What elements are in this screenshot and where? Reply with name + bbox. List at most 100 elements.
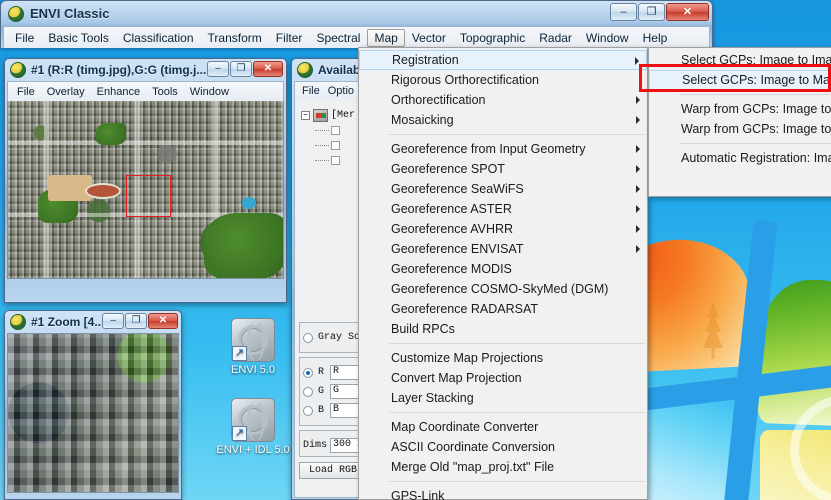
band-stack-icon xyxy=(313,109,328,122)
maximize-button[interactable]: ❐ xyxy=(638,3,665,21)
maximize-button[interactable]: ❐ xyxy=(125,313,147,329)
chevron-right-icon xyxy=(635,57,639,65)
menu-file[interactable]: File xyxy=(8,29,41,47)
image-menu-tools[interactable]: Tools xyxy=(146,85,184,99)
menu-item-georeference-spot[interactable]: Georeference SPOT xyxy=(359,159,647,179)
submenu-item-warp-from-gcps-image-to-map[interactable]: Warp from GCPs: Image to M xyxy=(649,119,831,139)
menu-item-convert-map-projection[interactable]: Convert Map Projection xyxy=(359,368,647,388)
zoom-window-title-bar[interactable]: #1 Zoom [4... – ❐ ✕ xyxy=(5,311,181,333)
image-menu-file[interactable]: File xyxy=(11,85,41,99)
collapse-icon[interactable]: − xyxy=(301,111,310,120)
minimize-button[interactable]: – xyxy=(102,313,124,329)
menu-item-label: Mosaicking xyxy=(391,113,454,127)
band-tree[interactable]: − [Mer xyxy=(299,104,367,172)
zoom-image-canvas[interactable] xyxy=(7,333,179,493)
menu-basic-tools[interactable]: Basic Tools xyxy=(41,29,115,47)
maximize-button[interactable]: ❐ xyxy=(230,61,252,77)
menu-item-georeference-modis[interactable]: Georeference MODIS xyxy=(359,259,647,279)
menu-transform[interactable]: Transform xyxy=(201,29,269,47)
registration-submenu: Select GCPs: Image to Image Select GCPs:… xyxy=(648,47,831,197)
image-menu-overlay[interactable]: Overlay xyxy=(41,85,91,99)
rgb-row-g[interactable]: G G xyxy=(303,383,363,400)
image-menu-enhance[interactable]: Enhance xyxy=(91,85,146,99)
desktop-icon-envi5[interactable]: ↗ ENVI 5.0 xyxy=(215,318,291,377)
band-checkbox[interactable] xyxy=(331,156,340,165)
close-button[interactable]: ✕ xyxy=(253,61,283,77)
gray-scale-radio[interactable] xyxy=(303,332,313,343)
submenu-item-label: Warp from GCPs: Image to Im xyxy=(681,102,831,116)
menu-separator xyxy=(389,343,645,344)
rgb-row-r[interactable]: R R xyxy=(303,364,363,381)
menu-item-georeference-cosmo-skymed[interactable]: Georeference COSMO-SkyMed (DGM) xyxy=(359,279,647,299)
satellite-image-canvas[interactable] xyxy=(7,101,284,279)
menu-item-ascii-coordinate-conversion[interactable]: ASCII Coordinate Conversion xyxy=(359,437,647,457)
menu-item-georeference-envisat[interactable]: Georeference ENVISAT xyxy=(359,239,647,259)
rgb-radio-r[interactable] xyxy=(303,367,313,378)
menu-item-georeference-radarsat[interactable]: Georeference RADARSAT xyxy=(359,299,647,319)
menu-item-merge-old-map-proj[interactable]: Merge Old "map_proj.txt" File xyxy=(359,457,647,477)
bands-menu-file[interactable]: File xyxy=(298,84,324,98)
menu-topographic[interactable]: Topographic xyxy=(453,29,532,47)
menu-item-build-rpcs[interactable]: Build RPCs xyxy=(359,319,647,339)
main-title-bar[interactable]: ENVI Classic – ❐ ✕ xyxy=(1,1,712,26)
rgb-radio-b[interactable] xyxy=(303,405,313,416)
band-checkbox[interactable] xyxy=(331,141,340,150)
desktop-icon-envi-idl5[interactable]: ↗ ENVI + IDL 5.0 xyxy=(215,398,291,457)
tree-line xyxy=(315,160,329,161)
menu-item-customize-map-projections[interactable]: Customize Map Projections xyxy=(359,348,647,368)
minimize-button[interactable]: – xyxy=(207,61,229,77)
menu-item-georeference-avhrr[interactable]: Georeference AVHRR xyxy=(359,219,647,239)
menu-item-layer-stacking[interactable]: Layer Stacking xyxy=(359,388,647,408)
close-button[interactable]: ✕ xyxy=(666,3,709,21)
tree-child-row[interactable] xyxy=(301,138,365,153)
rgb-radio-g[interactable] xyxy=(303,386,313,397)
band-checkbox[interactable] xyxy=(331,126,340,135)
menu-item-rigorous-orthorectification[interactable]: Rigorous Orthorectification xyxy=(359,70,647,90)
menu-window[interactable]: Window xyxy=(579,29,636,47)
tree-child-row[interactable] xyxy=(301,153,365,168)
image-display-window: #1 (R:R (timg.jpg),G:G (timg.j... – ❐ ✕ … xyxy=(4,58,287,303)
submenu-item-automatic-registration[interactable]: Automatic Registration: Image xyxy=(649,148,831,168)
bands-menu-options[interactable]: Optio xyxy=(324,84,358,98)
gray-scale-option[interactable]: Gray Sc xyxy=(303,329,363,346)
submenu-item-label: Automatic Registration: Image xyxy=(681,151,831,165)
menu-item-gps-link[interactable]: GPS-Link xyxy=(359,486,647,500)
menu-item-mosaicking[interactable]: Mosaicking xyxy=(359,110,647,130)
tree-child-row[interactable] xyxy=(301,123,365,138)
menu-item-orthorectification[interactable]: Orthorectification xyxy=(359,90,647,110)
tree-root-row[interactable]: − [Mer xyxy=(301,108,365,123)
menu-classification[interactable]: Classification xyxy=(116,29,201,47)
roi-zoom-box[interactable] xyxy=(126,175,171,217)
menu-item-label: GPS-Link xyxy=(391,489,445,500)
rgb-label-b: B xyxy=(318,405,325,416)
chevron-right-icon xyxy=(636,165,640,173)
chevron-right-icon xyxy=(636,205,640,213)
menu-item-label: Georeference MODIS xyxy=(391,262,512,276)
submenu-item-warp-from-gcps-image-to-image[interactable]: Warp from GCPs: Image to Im xyxy=(649,99,831,119)
menu-filter[interactable]: Filter xyxy=(269,29,310,47)
menu-map[interactable]: Map xyxy=(367,28,405,47)
chevron-right-icon xyxy=(636,96,640,104)
image-window-title-bar[interactable]: #1 (R:R (timg.jpg),G:G (timg.j... – ❐ ✕ xyxy=(5,59,286,81)
image-menu-window[interactable]: Window xyxy=(184,85,235,99)
menu-item-georeference-seawifs[interactable]: Georeference SeaWiFS xyxy=(359,179,647,199)
submenu-separator xyxy=(679,94,831,95)
minimize-button[interactable]: – xyxy=(610,3,637,21)
menu-radar[interactable]: Radar xyxy=(532,29,579,47)
menu-item-georeference-aster[interactable]: Georeference ASTER xyxy=(359,199,647,219)
submenu-item-select-gcps-image-to-map[interactable]: Select GCPs: Image to Map xyxy=(649,70,831,90)
load-rgb-button[interactable]: Load RGB xyxy=(299,462,367,479)
menu-vector[interactable]: Vector xyxy=(405,29,453,47)
close-button[interactable]: ✕ xyxy=(148,313,178,329)
menu-item-label: Convert Map Projection xyxy=(391,371,522,385)
menu-help[interactable]: Help xyxy=(636,29,675,47)
menu-item-registration[interactable]: Registration xyxy=(359,50,647,70)
rgb-row-b[interactable]: B B xyxy=(303,402,363,419)
menu-spectral[interactable]: Spectral xyxy=(309,29,367,47)
envi-idl-globe-shortcut-icon: ↗ xyxy=(231,398,275,442)
menu-item-map-coordinate-converter[interactable]: Map Coordinate Converter xyxy=(359,417,647,437)
chevron-right-icon xyxy=(636,185,640,193)
submenu-item-select-gcps-image-to-image[interactable]: Select GCPs: Image to Image xyxy=(649,50,831,70)
menu-item-georeference-input-geometry[interactable]: Georeference from Input Geometry xyxy=(359,139,647,159)
envi-logo-icon xyxy=(10,62,26,78)
